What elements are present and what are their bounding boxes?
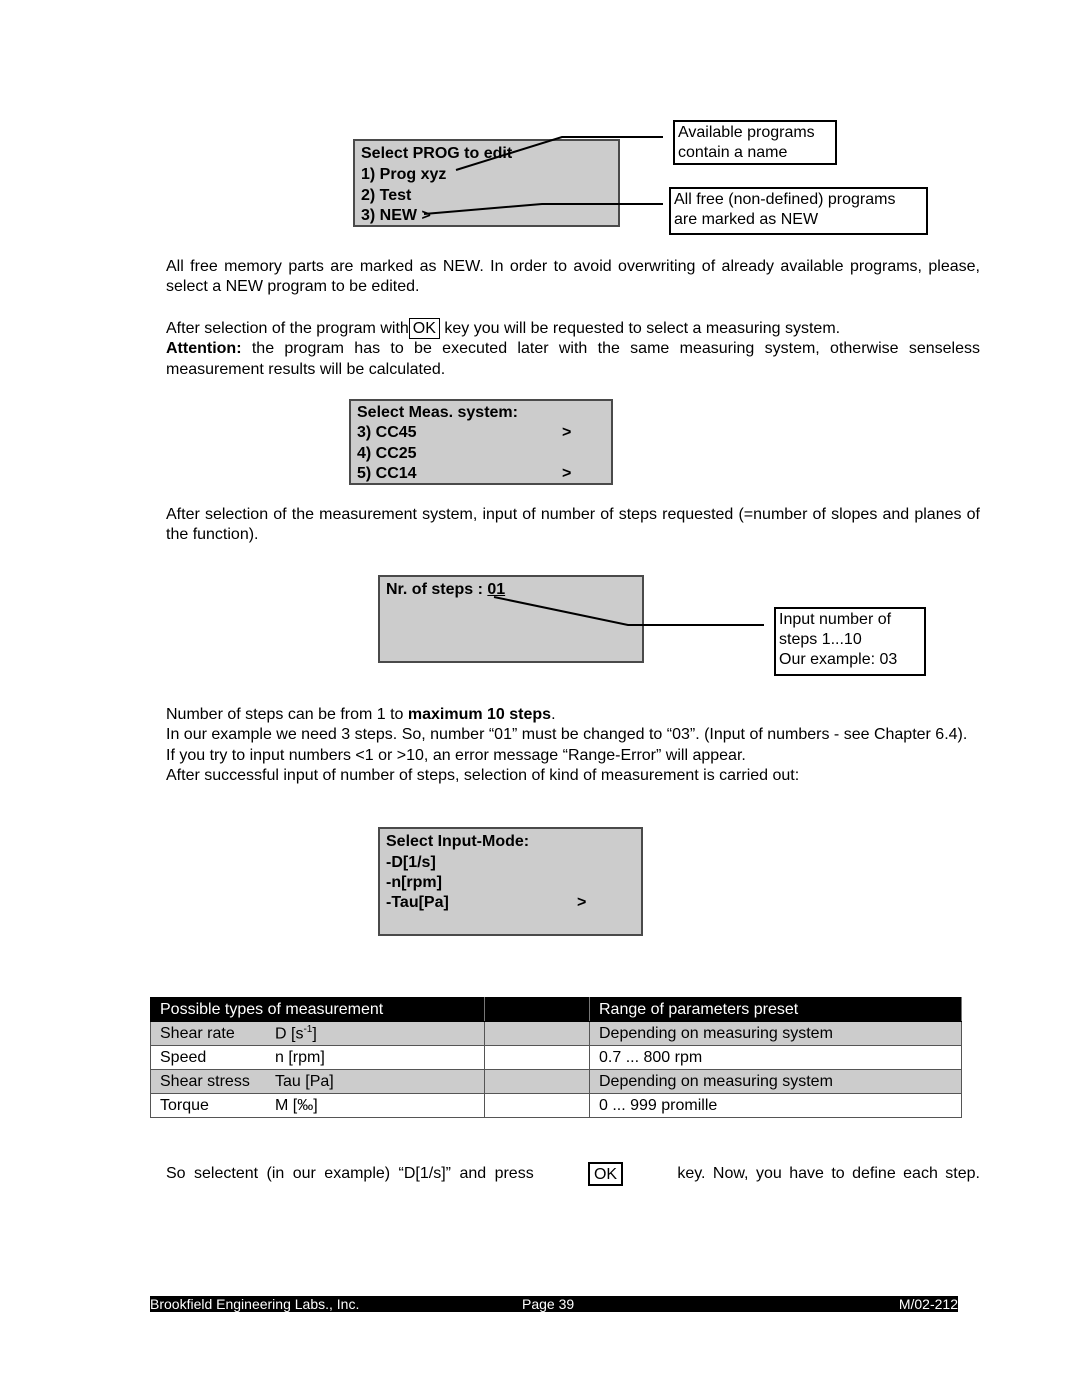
input-mode-item: -n[rpm]	[386, 873, 635, 893]
steps-label: Nr. of steps :	[386, 581, 488, 598]
prog-item-2: 2) Test	[361, 187, 412, 204]
symbol: n [rpm]	[275, 1048, 325, 1066]
item-label: -Tau[Pa]	[386, 894, 449, 911]
item-label: 4) CC25	[357, 445, 417, 462]
type-label: Torque	[160, 1096, 209, 1114]
header-types: Possible types of measurement	[150, 997, 485, 1022]
para-text: key. Now, you have to define each step.	[677, 1165, 980, 1182]
steps-screen: Nr. of steps : 01	[378, 575, 644, 663]
input-mode-item: -Tau[Pa] >	[386, 893, 635, 913]
table-row: Shear stress Tau [Pa] Depending on measur…	[150, 1069, 962, 1094]
para-text: If you try to input numbers <1 or >10, a…	[166, 746, 746, 764]
para-text: After selection of the program with	[166, 320, 409, 337]
page-footer: Brookfield Engineering Labs., Inc. Page …	[150, 1296, 958, 1312]
cell-type: Shear rate D [s-1]	[150, 1021, 485, 1046]
prog-select-screen: Select PROG to edit 1) Prog xyz 2) Test …	[353, 139, 620, 227]
meas-system-title: Select Meas. system:	[357, 404, 518, 421]
ok-key-label: OK	[587, 1162, 624, 1186]
table-row: Speed n [rpm] 0.7 ... 800 rpm	[150, 1045, 962, 1070]
item-label: -D[1/s]	[386, 854, 436, 871]
input-mode-title: Select Input-Mode:	[386, 833, 530, 850]
chevron-right-icon: >	[577, 894, 587, 911]
item-label: 3) CC45	[357, 424, 417, 441]
para-text: .	[551, 706, 556, 723]
callout-free-programs: All free (non-defined) programs are mark…	[669, 187, 928, 235]
bold-text: maximum 10 steps	[407, 706, 552, 723]
footer-company: Brookfield Engineering Labs., Inc.	[150, 1296, 360, 1312]
cell-range: 0 ... 999 promille	[589, 1093, 962, 1118]
para-text: All free memory parts are marked as NEW.…	[166, 258, 980, 296]
cell-range: Depending on measuring system	[589, 1021, 962, 1046]
meas-system-screen: Select Meas. system: 3) CC45 > 4) CC25 5…	[349, 399, 613, 485]
table-row: Torque M [‰] 0 ... 999 promille	[150, 1093, 962, 1118]
cell-type: Shear stress Tau [Pa]	[150, 1069, 485, 1094]
paragraph-steps-details: Number of steps can be from 1 to maximum…	[166, 705, 980, 787]
input-mode-item: -D[1/s]	[386, 853, 635, 873]
input-mode-screen: Select Input-Mode: -D[1/s] -n[rpm] -Tau[…	[378, 827, 643, 936]
para-text: In our example we need 3 steps. So, numb…	[166, 726, 968, 744]
callout-line: All free (non-defined) programs	[674, 191, 896, 208]
meas-system-item: 4) CC25	[357, 444, 605, 464]
para-text: the program has to be executed later wit…	[166, 340, 980, 378]
prog-item-1: 1) Prog xyz	[361, 166, 447, 183]
symbol: M [‰]	[275, 1096, 318, 1114]
attention-label: Attention:	[166, 340, 242, 358]
callout-line: Input number of	[779, 611, 892, 628]
steps-row: Nr. of steps : 01	[386, 580, 636, 600]
item-label: 5) CC14	[357, 465, 417, 482]
cell-range: Depending on measuring system	[589, 1069, 962, 1094]
callout-line: Available programs	[678, 124, 815, 141]
cell-blank	[484, 1045, 590, 1070]
callout-line: contain a name	[678, 144, 788, 161]
callout-steps: Input number of steps 1...10 Our example…	[774, 607, 926, 676]
symbol: Tau [Pa]	[275, 1072, 334, 1090]
meas-system-item: 5) CC14 >	[357, 464, 605, 484]
callout-available-programs: Available programs contain a name	[673, 120, 837, 165]
para-text: After selection of the measurement syste…	[166, 506, 980, 544]
cell-type: Torque M [‰]	[150, 1093, 485, 1118]
selected-marker: >	[421, 207, 431, 224]
para-text: Number of steps can be from 1 to	[166, 706, 408, 723]
cell-type: Speed n [rpm]	[150, 1045, 485, 1070]
paragraph-select-system: After selection of the program with OK ke…	[166, 318, 980, 380]
type-label: Shear rate	[160, 1025, 235, 1043]
chevron-right-icon: >	[562, 465, 572, 482]
meas-system-item: 3) CC45 >	[357, 423, 605, 443]
type-label: Shear stress	[160, 1072, 250, 1090]
prog-select-title: Select PROG to edit	[361, 145, 513, 162]
symbol-end: ]	[312, 1025, 317, 1043]
footer-doc-id: M/02-212	[898, 1296, 958, 1312]
callout-line: Our example: 03	[779, 651, 898, 668]
paragraph-select-mode: So selectent (in our example) “D[1/s]” a…	[166, 1162, 980, 1186]
table-header-row: Possible types of measurement Range of p…	[150, 997, 962, 1022]
callout-line: are marked as NEW	[674, 211, 819, 228]
chevron-right-icon: >	[562, 424, 572, 441]
para-text: So selectent (in our example) “D[1/s]” a…	[166, 1165, 534, 1182]
prog-item-3: 3) NEW >	[361, 206, 612, 226]
header-blank	[484, 997, 590, 1022]
cell-blank	[484, 1069, 590, 1094]
item-label: -n[rpm]	[386, 874, 442, 891]
type-label: Speed	[160, 1048, 207, 1066]
paragraph-free-memory: All free memory parts are marked as NEW.…	[166, 257, 980, 298]
cell-blank	[484, 1021, 590, 1046]
cell-range: 0.7 ... 800 rpm	[589, 1045, 962, 1070]
ok-key-label: OK	[408, 318, 440, 339]
para-text: key you will be requested to select a me…	[439, 320, 841, 337]
header-range: Range of parameters preset	[589, 997, 962, 1022]
symbol: D [s	[275, 1025, 304, 1043]
paragraph-steps-intro: After selection of the measurement syste…	[166, 505, 980, 546]
prog-item-3-label: 3) NEW	[361, 207, 417, 224]
callout-line: steps 1...10	[779, 631, 862, 648]
cell-blank	[484, 1093, 590, 1118]
steps-value: 01	[487, 581, 506, 598]
measurement-types-table: Possible types of measurement Range of p…	[150, 997, 962, 1118]
footer-page-number: Page 39	[522, 1296, 575, 1312]
table-row: Shear rate D [s-1] Depending on measuring…	[150, 1021, 962, 1046]
para-text: After successful input of number of step…	[166, 767, 800, 785]
